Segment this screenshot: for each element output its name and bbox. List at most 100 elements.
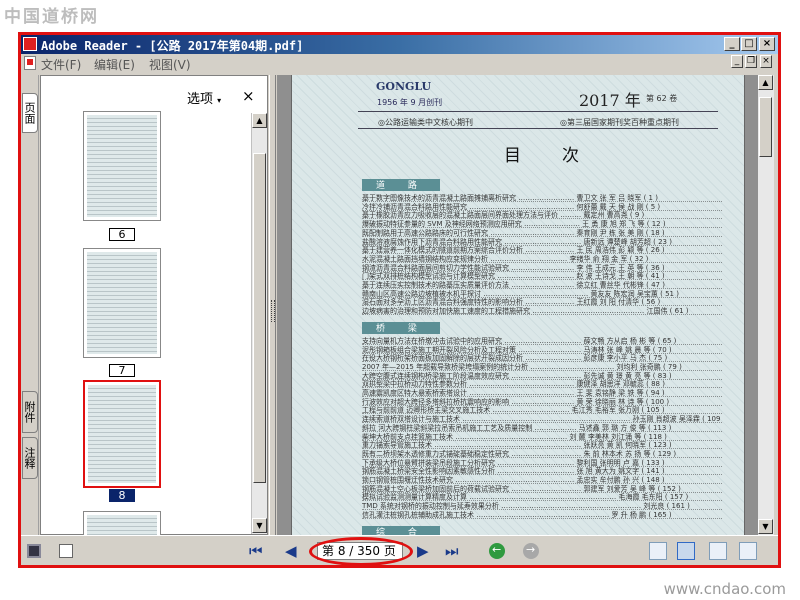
tab-comments[interactable]: 注释 bbox=[22, 437, 38, 479]
back-arrow-icon: ← bbox=[492, 543, 502, 556]
close-button[interactable]: × bbox=[759, 37, 775, 51]
toc-entry[interactable]: TMD 系统对钢桥的振动控制与延寿效果分析 ………………………………………………… bbox=[362, 502, 722, 511]
menu-file[interactable]: 文件(F) bbox=[41, 56, 81, 73]
toc-entry[interactable]: 钢筋混凝土空心板梁桥加固前后的荷载试验研究 ………………………… 郭建军 刘爱芳… bbox=[362, 485, 722, 493]
doc-close-button[interactable]: × bbox=[760, 55, 772, 68]
scroll-down-arrow[interactable]: ▼ bbox=[758, 519, 773, 534]
options-menu-button[interactable]: 选项 ▾ bbox=[187, 88, 221, 107]
toc-entry[interactable]: 高速震凯度区特大悬索桥索塔设计 ……………………………………… 王 斐 袁铭静 … bbox=[362, 389, 722, 397]
toc-section-header: 桥 梁 bbox=[362, 321, 440, 334]
thumbnail-scrollbar[interactable]: ▲ ▼ bbox=[251, 113, 267, 534]
toc-entry[interactable]: 工程与前前道 迈卿形桥主梁交叉施工技术 …………………………… 毛江秀 毛裕军 … bbox=[362, 406, 722, 415]
go-forward-button[interactable]: → bbox=[523, 543, 539, 559]
tab-pages[interactable]: 页面 bbox=[22, 93, 38, 133]
watermark-bottom: www.cndao.com bbox=[663, 580, 786, 598]
header-rule bbox=[358, 111, 718, 112]
toc-entry[interactable]: 门架式双排桩结构模型试验与计算模型研究 …………………………… 赵 波 王诗戈 … bbox=[362, 272, 722, 281]
document-icon bbox=[24, 56, 36, 70]
menu-bar: 文件(F) 编辑(E) 视图(V) bbox=[21, 54, 778, 73]
issue-year: 2017 年 bbox=[579, 91, 641, 110]
toc-entry[interactable]: 水泥混凝土路面挡墙钢结构应变规律分析 …………………………… 李绪华 俞 翔 金… bbox=[362, 255, 722, 263]
toc-entry[interactable]: 大跨空腹式连续钢构桥梁施工阶段温度效应研究 ………………………… 彭先诚 黄 璟… bbox=[362, 372, 722, 380]
toc-entry[interactable]: 连续索道桥双塔设计与施工技术 ……………………………………………………………… … bbox=[362, 415, 722, 424]
last-page-button[interactable]: ⏭ bbox=[445, 542, 459, 560]
toc-entry[interactable]: 下承级大桥位悬臂拼装梁吊段施工分析研究 …………………………… 黎利国 张明明 … bbox=[362, 459, 722, 467]
single-page-view-button[interactable] bbox=[649, 542, 667, 560]
page-number-highlight bbox=[309, 537, 413, 565]
facing-view-button[interactable] bbox=[709, 542, 727, 560]
menu-view[interactable]: 视图(V) bbox=[149, 56, 191, 73]
page-thumbnail[interactable] bbox=[83, 111, 161, 221]
thumbnail-label: 7 bbox=[109, 364, 135, 377]
minimize-button[interactable]: _ bbox=[724, 37, 740, 51]
panel-splitter[interactable] bbox=[269, 75, 276, 535]
close-panel-button[interactable]: × bbox=[242, 87, 255, 105]
thumbnail-image bbox=[87, 115, 157, 217]
page-icon[interactable] bbox=[59, 544, 73, 558]
tab-attachments[interactable]: 附件 bbox=[22, 391, 38, 433]
continuous-facing-view-button[interactable] bbox=[739, 542, 757, 560]
next-page-button[interactable]: ▶ bbox=[417, 542, 429, 560]
toc-entry[interactable]: 既配制路用于高速公路路床的可行性研究 ……………………………… 秦育刚 尹 栋 … bbox=[362, 229, 722, 237]
watermark-top: 中国道桥网 bbox=[4, 7, 99, 27]
doc-minimize-button[interactable]: _ bbox=[731, 55, 743, 68]
continuous-view-button[interactable] bbox=[677, 542, 695, 560]
toc-entry[interactable]: 湿石面对多孕沥上区沥青混合料强度特性的影响分析 ………………… 王红霞 刘 阳 … bbox=[362, 298, 722, 307]
toc-entry[interactable]: 基于橡胶沥青应力吸收层的混凝土路面层间界面处理方法与评价 ……… 戴定州 曹高尧… bbox=[362, 211, 722, 220]
document-scrollbar[interactable]: ▲ ▼ bbox=[758, 75, 774, 535]
navigation-tabs: 页面 附件 注释 bbox=[21, 75, 39, 535]
doc-restore-button[interactable]: ❐ bbox=[745, 55, 757, 68]
forward-arrow-icon: → bbox=[526, 543, 536, 556]
scroll-up-arrow[interactable]: ▲ bbox=[252, 113, 267, 128]
toc-entry[interactable]: 斜拉 河大跨钢柱梁斜梁拉吊索吊机施工工艺及质量控制 ……………… 马述鑫 郭 璐… bbox=[362, 424, 722, 432]
toc-entry[interactable]: 既有二桥坝架水透修重力式锚碇基础稳定性研究 ………………………… 朱 前 林本术… bbox=[362, 450, 722, 458]
scroll-down-arrow[interactable]: ▼ bbox=[252, 518, 267, 533]
toc-entry[interactable]: 2007 年—2015 年超载导致桥梁垮塌案例的统计分析 ……………………………… bbox=[362, 363, 722, 371]
prev-page-button[interactable]: ◀ bbox=[285, 542, 297, 560]
toc-entry[interactable]: 双拱型梁中拉桥动力特性参数分析 ……………………………………… 康健泽 胡思洋 … bbox=[362, 380, 722, 389]
toc-entry[interactable]: 基于数字图像技术的沥青混凝土路面摊铺离析研究 …………………… 曹卫文 张 军 … bbox=[362, 194, 722, 202]
page-thumbnail-selected[interactable] bbox=[83, 380, 161, 488]
monitor-icon[interactable] bbox=[27, 544, 41, 558]
journal-name: GONGLU bbox=[376, 80, 432, 93]
window-title: Adobe Reader - [公路 2017年第04期.pdf] bbox=[41, 39, 304, 53]
toc-entry[interactable]: 赣南山区高速公路边坡植被水机平探讨 ……………………………………… 黄友友 陈宏… bbox=[362, 290, 722, 298]
pdf-page: GONGLU 1956 年 9 月创刊 2017 年 第 62 卷 ◎公路运输类… bbox=[291, 75, 745, 535]
dropdown-icon: ▾ bbox=[217, 96, 222, 105]
go-back-button[interactable]: ← bbox=[489, 543, 505, 559]
thumbnail-label: 6 bbox=[109, 228, 135, 241]
toc-entry[interactable]: 爆破振动特征参量的 SVM 及神经网络预测应用研究 …………………… 王 勇 康… bbox=[362, 220, 722, 229]
toc-entry[interactable]: 柴坤大桥前支点挂篮施工技术 ………………………………………… 刘 麓 李美林 刘… bbox=[362, 433, 722, 441]
thumbnail-label-selected: 8 bbox=[109, 489, 135, 502]
options-label: 选项 bbox=[187, 92, 214, 107]
toc-entry[interactable]: 行波效应对超大跨径多塔斜拉桥抗震响应的影响 ……………………… 黄 荣 徐晓丽 … bbox=[362, 398, 722, 406]
page-thumbnail[interactable] bbox=[83, 248, 161, 358]
toc-entry[interactable]: 重力锚索导管施工技术 ……………………………………………………… 张跃亮 黄 凯… bbox=[362, 441, 722, 450]
toc-entry[interactable]: 边坡病害的治理和预防对加快施工速度的工程措施研究 ………………………………………… bbox=[362, 307, 722, 316]
toc-entry[interactable]: 锁口钢管桩围堰迂性技术研究 …………………………………………… 孟忠实 牟付鹏 … bbox=[362, 476, 722, 484]
maximize-button[interactable]: □ bbox=[741, 37, 757, 51]
scroll-thumb[interactable] bbox=[253, 153, 266, 483]
header-rule bbox=[358, 128, 718, 129]
toc-entry[interactable]: 信孔灌注桩钢孔桩辅助成孔施工技术 ………………………………………………… 罗 升… bbox=[362, 511, 722, 519]
toc-entry[interactable]: 泥彤钢箱板组合梁施工期开裂风险分析及工程对策 ……………………… 马涛林 张 峰… bbox=[362, 346, 722, 354]
toc-section-title: 道 路 bbox=[376, 181, 427, 191]
toc-entry[interactable]: 基于连续压实控制技术的路基压实质量评价方法 ……………………… 徐立红 曹丝华 … bbox=[362, 281, 722, 289]
toc-entry[interactable]: 盐酸溶液腐蚀作用下沥青混合料路用性能研究 …………………………… 唐新远 谭楚峰… bbox=[362, 238, 722, 246]
scroll-up-arrow[interactable]: ▲ bbox=[758, 75, 773, 90]
toc-entry[interactable]: 钢渣沥青混合料路面层间剪切力学性能试验研究 ……………………… 李 伟 王成元 … bbox=[362, 264, 722, 272]
toc-entry[interactable]: 钢筋混凝土桥梁安全性影响因素敏感性分析 …………………………… 张 旭 黄大为 … bbox=[362, 467, 722, 476]
thumbnail-image bbox=[88, 385, 156, 483]
founded-date: 1956 年 9 月创刊 bbox=[377, 98, 443, 107]
toc-entry[interactable]: 支持向量机方法在桥墩冲击试验中的应用研究 …………………………… 薛文畅 方从启… bbox=[362, 337, 722, 345]
issue-volume: 第 62 卷 bbox=[646, 94, 678, 103]
toc-heading: 目 次 bbox=[504, 146, 591, 166]
toc-entry[interactable]: 基于建营养一体化模式的隧道前期方案综合评价分析 ………………… 王 民 周浩伟 … bbox=[362, 246, 722, 255]
scroll-thumb[interactable] bbox=[759, 97, 772, 157]
document-view[interactable]: GONGLU 1956 年 9 月创刊 2017 年 第 62 卷 ◎公路运输类… bbox=[277, 75, 758, 535]
toc-entry[interactable]: 模拟试验监测测量计算精度及计算 ……………………………………………………… 毛海… bbox=[362, 493, 722, 502]
first-page-button[interactable]: ⏮ bbox=[249, 542, 263, 560]
toc-entry[interactable]: 冷拌冷铺沥青混合料路用性能研究 ……………………………………… 何舒蕾 戴 天 … bbox=[362, 203, 722, 211]
menu-edit[interactable]: 编辑(E) bbox=[94, 56, 135, 73]
toc-entry[interactable]: 在役大桥钢桁架桥面板加固解除的层状开裂成因分析 …………………… 彭彦康 李小平… bbox=[362, 354, 722, 363]
